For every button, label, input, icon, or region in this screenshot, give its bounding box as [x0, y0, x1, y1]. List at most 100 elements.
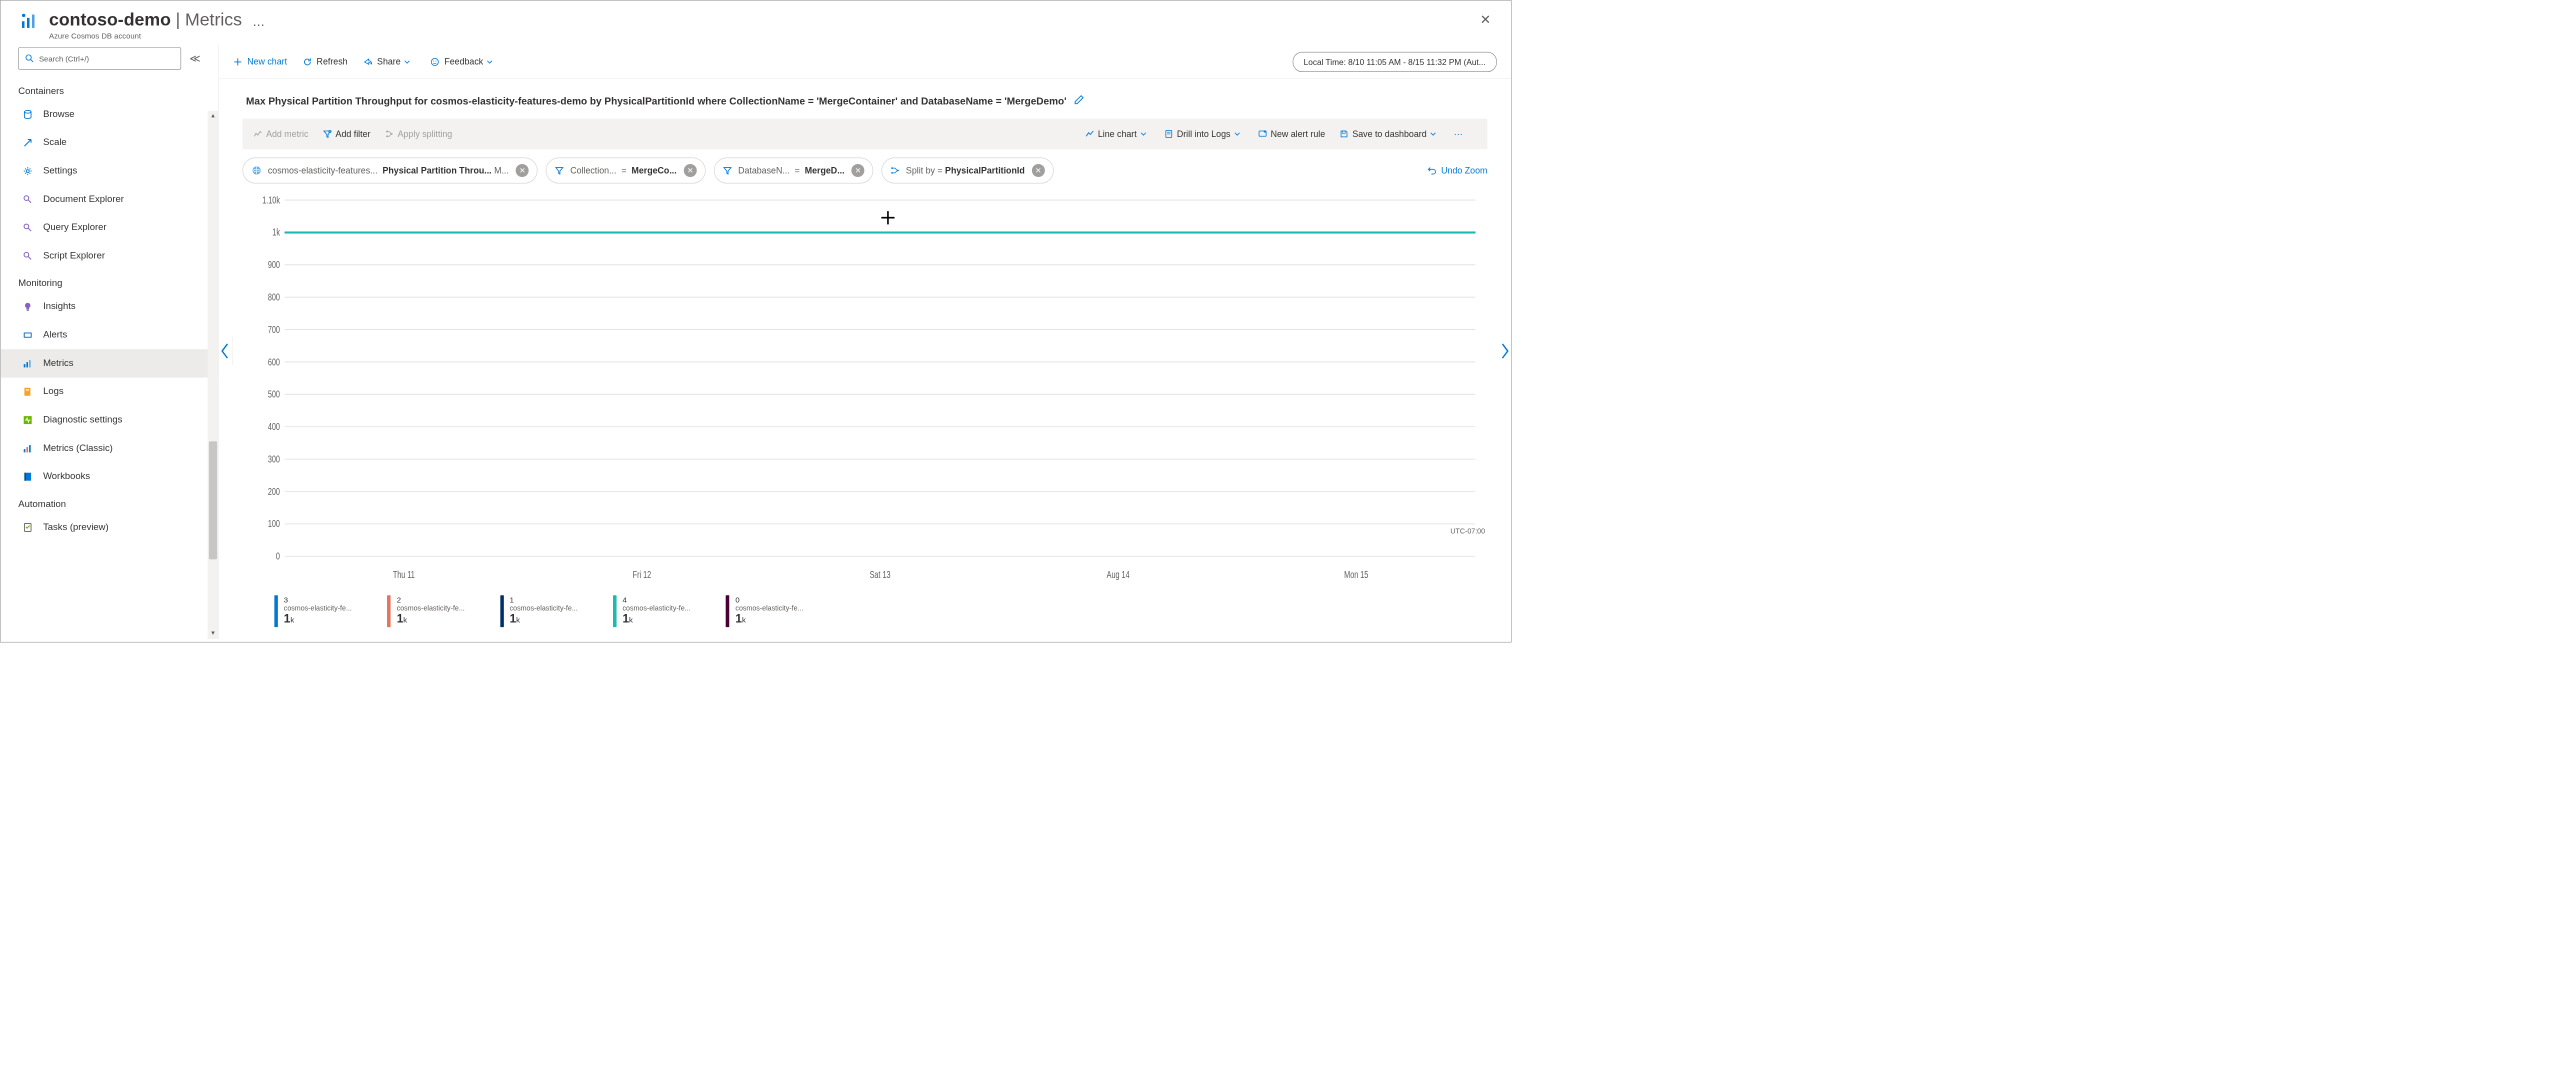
remove-pill-icon[interactable]: ✕	[516, 164, 529, 177]
add-metric-button[interactable]: Add metric	[253, 129, 308, 139]
svg-text:400: 400	[268, 421, 280, 432]
sidebar-item-metrics[interactable]: Metrics	[1, 349, 219, 377]
query-icon	[21, 222, 35, 233]
chevron-down-icon	[404, 59, 410, 65]
refresh-button[interactable]: Refresh	[302, 57, 347, 67]
browse-icon	[21, 109, 35, 120]
legend-color-swatch	[726, 595, 730, 627]
chart-type-button[interactable]: Line chart	[1085, 129, 1150, 139]
diag-icon	[21, 415, 35, 426]
share-button[interactable]: Share	[363, 57, 415, 67]
nav-group-header: Monitoring	[1, 270, 219, 292]
sidebar-item-logs[interactable]: Logs	[1, 378, 219, 406]
split-icon	[891, 166, 900, 175]
prev-chart-button[interactable]	[217, 337, 234, 365]
svg-text:Thu 11: Thu 11	[393, 569, 415, 580]
close-blade-button[interactable]: ✕	[1478, 10, 1494, 30]
search-icon	[25, 54, 34, 63]
sidebar-item-label: Workbooks	[43, 471, 90, 482]
sidebar-item-metrics-classic-[interactable]: Metrics (Classic)	[1, 434, 219, 462]
metricsc-icon	[21, 443, 35, 454]
apply-splitting-button[interactable]: Apply splitting	[385, 129, 453, 139]
alerts-icon	[21, 330, 35, 341]
sidebar-item-label: Insights	[43, 301, 76, 312]
sidebar-item-scale[interactable]: Scale	[1, 129, 219, 157]
sidebar-item-workbooks[interactable]: Workbooks	[1, 463, 219, 491]
sidebar-item-label: Scale	[43, 137, 67, 148]
remove-pill-icon[interactable]: ✕	[1032, 164, 1045, 177]
crosshair-cursor	[880, 209, 897, 226]
scroll-up-arrow[interactable]: ▴	[208, 111, 219, 122]
remove-pill-icon[interactable]: ✕	[852, 164, 865, 177]
legend-series-id: 4	[622, 595, 690, 604]
add-filter-button[interactable]: + Add filter	[323, 129, 371, 139]
filter-pill-database[interactable]: DatabaseN... = MergeD... ✕	[714, 158, 874, 184]
save-to-dashboard-button[interactable]: Save to dashboard	[1339, 129, 1439, 139]
svg-text:Fri 12: Fri 12	[633, 569, 652, 580]
sidebar-item-tasks-preview-[interactable]: Tasks (preview)	[1, 513, 219, 541]
legend-item[interactable]: 2 cosmos-elasticity-fe... 1k	[387, 595, 465, 627]
scroll-down-arrow[interactable]: ▾	[208, 628, 219, 639]
nav-scrollbar[interactable]: ▴ ▾	[208, 111, 219, 639]
sidebar-item-document-explorer[interactable]: Document Explorer	[1, 185, 219, 213]
more-chart-options-button[interactable]: ⋯	[1454, 129, 1463, 140]
svg-text:0: 0	[276, 550, 280, 561]
sidebar-item-label: Query Explorer	[43, 222, 106, 233]
new-chart-button[interactable]: New chart	[233, 57, 287, 67]
feedback-button[interactable]: Feedback	[430, 57, 497, 67]
logs-icon	[21, 386, 35, 397]
new-alert-rule-button[interactable]: + New alert rule	[1258, 129, 1326, 139]
sidebar-item-settings[interactable]: Settings	[1, 157, 219, 185]
legend-series-source: cosmos-elasticity-fe...	[622, 604, 690, 612]
legend-series-source: cosmos-elasticity-fe...	[510, 604, 578, 612]
scrollbar-thumb[interactable]	[209, 441, 217, 559]
chevron-down-icon	[487, 59, 493, 65]
filter-icon	[723, 166, 732, 175]
sidebar-item-label: Browse	[43, 109, 74, 120]
legend-series-value: 1k	[397, 612, 465, 626]
legend-color-swatch	[500, 595, 504, 627]
metric-pill[interactable]: cosmos-elasticity-features... Physical P…	[242, 158, 537, 184]
sidebar-item-label: Logs	[43, 386, 63, 397]
sidebar-item-alerts[interactable]: Alerts	[1, 321, 219, 349]
svg-text:Sat 13: Sat 13	[870, 569, 891, 580]
edit-title-button[interactable]	[1074, 94, 1085, 108]
doc-icon	[21, 194, 35, 205]
legend-item[interactable]: 1 cosmos-elasticity-fe... 1k	[500, 595, 578, 627]
metrics-chart[interactable]: 01002003004005006007008009001k1.10kThu 1…	[242, 192, 1487, 590]
legend-item[interactable]: 3 cosmos-elasticity-fe... 1k	[274, 595, 352, 627]
sidebar-item-diagnostic-settings[interactable]: Diagnostic settings	[1, 406, 219, 434]
collapse-nav-button[interactable]: ≪	[189, 52, 200, 64]
undo-zoom-button[interactable]: Undo Zoom	[1427, 165, 1487, 175]
title-separator: |	[176, 10, 181, 30]
resource-type-label: Azure Cosmos DB account	[49, 31, 242, 40]
more-actions-button[interactable]: ⋯	[253, 18, 265, 33]
resource-name: contoso-demo	[49, 10, 171, 30]
sidebar-item-browse[interactable]: Browse	[1, 100, 219, 128]
search-placeholder: Search (Ctrl+/)	[39, 54, 89, 63]
legend-item[interactable]: 4 cosmos-elasticity-fe... 1k	[613, 595, 691, 627]
nav-group-header: Automation	[1, 491, 219, 513]
legend-item[interactable]: 0 cosmos-elasticity-fe... 1k	[726, 595, 804, 627]
remove-pill-icon[interactable]: ✕	[684, 164, 697, 177]
settings-icon	[21, 166, 35, 177]
scope-icon	[251, 165, 262, 176]
sidebar-item-label: Metrics	[43, 358, 73, 369]
sidebar-item-query-explorer[interactable]: Query Explorer	[1, 214, 219, 242]
split-pill[interactable]: Split by = PhysicalPartitionId ✕	[882, 158, 1054, 184]
svg-text:200: 200	[268, 486, 280, 497]
legend-color-swatch	[387, 595, 391, 627]
svg-text:700: 700	[268, 324, 280, 335]
filter-icon	[555, 166, 564, 175]
drill-into-logs-button[interactable]: Drill into Logs	[1164, 129, 1244, 139]
search-input[interactable]: Search (Ctrl+/)	[18, 47, 181, 69]
sidebar-item-insights[interactable]: Insights	[1, 293, 219, 321]
legend-series-id: 3	[284, 595, 352, 604]
sidebar-item-script-explorer[interactable]: Script Explorer	[1, 242, 219, 270]
next-chart-button[interactable]	[1497, 337, 1514, 365]
resource-type-icon	[18, 10, 40, 32]
filter-pill-collection[interactable]: Collection... = MergeCo... ✕	[546, 158, 706, 184]
svg-text:800: 800	[268, 291, 280, 302]
time-range-picker[interactable]: Local Time: 8/10 11:05 AM - 8/15 11:32 P…	[1292, 52, 1496, 72]
legend-series-value: 1k	[735, 612, 803, 626]
